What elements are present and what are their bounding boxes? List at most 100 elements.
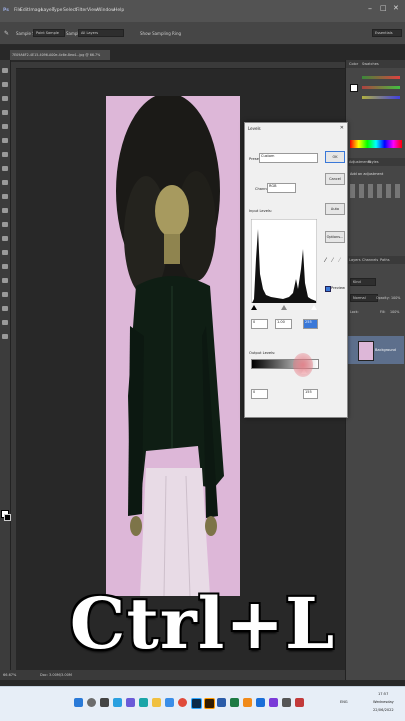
zoom-tool-icon[interactable] [2, 334, 8, 339]
stamp-tool-icon[interactable] [2, 180, 8, 185]
menu-filter[interactable]: Filter [76, 8, 87, 13]
show-ring-checkbox[interactable]: Show Sampling Ring [140, 31, 181, 36]
input-white-slider[interactable] [311, 305, 317, 310]
preset-select[interactable]: Custom [259, 153, 318, 163]
hand-tool-icon[interactable] [2, 320, 8, 325]
crop-tool-icon[interactable] [2, 124, 8, 129]
input-levels-label: Input Levels: [249, 209, 273, 213]
word-icon[interactable] [217, 698, 226, 707]
auto-button[interactable]: Auto [325, 203, 345, 215]
minimize-button[interactable]: – [368, 4, 372, 13]
move-tool-icon[interactable] [2, 68, 8, 73]
excel-icon[interactable] [230, 698, 239, 707]
maximize-button[interactable]: □ [380, 4, 387, 12]
menu-select[interactable]: Select [63, 8, 77, 13]
photoshop-taskbar-icon[interactable] [191, 698, 202, 709]
input-gray-slider[interactable] [281, 305, 287, 310]
store-icon[interactable] [165, 698, 174, 707]
input-black-field[interactable]: 0 [251, 319, 268, 329]
opacity-value[interactable]: 100% [391, 296, 400, 300]
input-black-slider[interactable] [251, 305, 257, 310]
input-white-field[interactable]: 255 [303, 319, 318, 329]
lasso-tool-icon[interactable] [2, 96, 8, 101]
output-white-field[interactable]: 155 [303, 389, 318, 399]
chat-icon[interactable] [126, 698, 135, 707]
tab-channels[interactable]: Channels [362, 258, 378, 262]
history-brush-icon[interactable] [2, 194, 8, 199]
vlc-icon[interactable] [243, 698, 252, 707]
red-slider[interactable] [362, 76, 400, 79]
tab-color[interactable]: Color [349, 62, 358, 66]
start-icon[interactable] [74, 698, 83, 707]
white-eyedropper-icon[interactable]: ⁄ [339, 257, 340, 264]
menu-window[interactable]: Window [97, 8, 115, 13]
sample-size-select[interactable]: Point Sample [33, 29, 65, 37]
clock-time[interactable]: 17:57 [378, 692, 388, 696]
fill-value[interactable]: 100% [390, 310, 399, 314]
settings-icon[interactable] [282, 698, 291, 707]
input-gray-field[interactable]: 1.00 [275, 319, 292, 329]
fg-bg-colors[interactable] [350, 84, 358, 92]
options-button[interactable]: Options... [325, 231, 345, 243]
healing-tool-icon[interactable] [2, 152, 8, 157]
black-eyedropper-icon[interactable]: ⁄ [325, 257, 326, 264]
type-tool-icon[interactable] [2, 278, 8, 283]
channel-select[interactable]: RGB [267, 183, 296, 193]
pen-tool-icon[interactable] [2, 264, 8, 269]
path-select-icon[interactable] [2, 292, 8, 297]
explorer-icon[interactable] [152, 698, 161, 707]
panel-tabs-color: Color Swatches [346, 60, 405, 68]
dialog-close-icon[interactable]: ✕ [340, 125, 344, 131]
dodge-tool-icon[interactable] [2, 250, 8, 255]
taskview-icon[interactable] [100, 698, 109, 707]
zoom-level[interactable]: 66.67% [3, 673, 16, 677]
chrome-icon[interactable] [178, 698, 187, 707]
tab-layers[interactable]: Layers [349, 258, 361, 262]
blue-slider[interactable] [362, 96, 400, 99]
edge-icon[interactable] [139, 698, 148, 707]
output-black-field[interactable]: 0 [251, 389, 268, 399]
green-slider[interactable] [362, 86, 400, 89]
layer-row[interactable]: Background [348, 336, 404, 364]
tab-paths[interactable]: Paths [380, 258, 390, 262]
eyedropper-icon[interactable]: ✎ [4, 30, 9, 37]
app-icon[interactable] [295, 698, 304, 707]
eyedropper-tool-icon[interactable] [2, 138, 8, 143]
menu-edit[interactable]: Edit [20, 8, 29, 13]
layer-kind-filter[interactable]: Kind [350, 278, 376, 286]
dialog-title: Levels [248, 126, 261, 131]
sample-select[interactable]: All Layers [78, 29, 124, 37]
gradient-tool-icon[interactable] [2, 222, 8, 227]
marquee-tool-icon[interactable] [2, 82, 8, 87]
blur-tool-icon[interactable] [2, 236, 8, 241]
adjustment-icons[interactable] [350, 184, 402, 198]
gray-eyedropper-icon[interactable]: ⁄ [332, 257, 333, 264]
image-canvas[interactable] [106, 96, 240, 596]
brush-tool-icon[interactable] [2, 166, 8, 171]
background-color-swatch[interactable] [4, 514, 11, 521]
cancel-button[interactable]: Cancel [325, 173, 345, 185]
close-button[interactable]: ✕ [393, 4, 399, 12]
photos-icon[interactable] [269, 698, 278, 707]
menu-bar: Ps File Edit Image Layer Type Select Fil… [0, 0, 405, 22]
eraser-tool-icon[interactable] [2, 208, 8, 213]
photoshop-logo[interactable]: Ps [3, 8, 9, 13]
document-tab[interactable]: 7E09A6F2-4E15-4096-A00e-4c6e-8ea4...jpg … [10, 50, 110, 67]
menu-help[interactable]: Help [114, 8, 124, 13]
widgets-icon[interactable] [113, 698, 122, 707]
color-spectrum[interactable] [350, 140, 402, 148]
shape-tool-icon[interactable] [2, 306, 8, 311]
tab-swatches[interactable]: Swatches [362, 62, 379, 66]
tab-styles[interactable]: Styles [368, 160, 379, 164]
search-icon[interactable] [87, 698, 96, 707]
illustrator-icon[interactable] [204, 698, 215, 709]
ok-button[interactable]: OK [325, 151, 345, 163]
levels-dialog: Levels ✕ Preset: Custom Channel: RGB Inp… [244, 122, 348, 418]
workspace-select[interactable]: Essentials [372, 29, 402, 37]
language-indicator[interactable]: ENG [340, 700, 348, 704]
mail-icon[interactable] [256, 698, 265, 707]
blend-mode-select[interactable]: Normal [350, 294, 378, 302]
quick-select-icon[interactable] [2, 110, 8, 115]
options-bar: ✎ Sample Size: Point Sample Sample: All … [0, 22, 405, 45]
menu-type[interactable]: Type [52, 8, 62, 13]
